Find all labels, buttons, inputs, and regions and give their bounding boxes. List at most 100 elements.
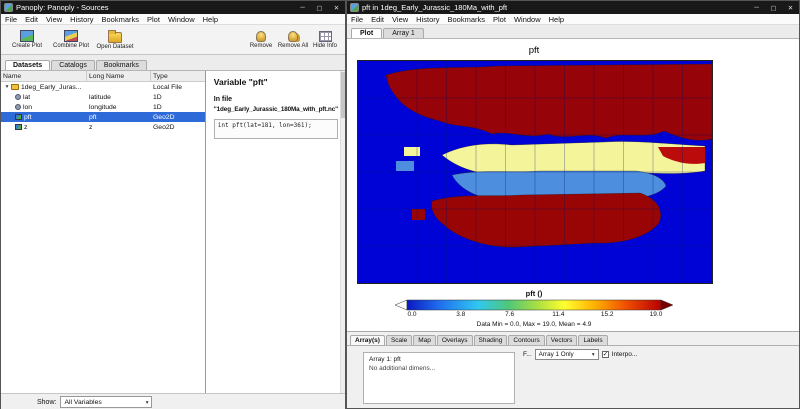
colorbar-ticks: 0.0 3.8 7.6 11.4 15.2 19.0 (400, 311, 668, 318)
menu-bookmarks[interactable]: Bookmarks (444, 15, 490, 24)
remove-button[interactable]: Remove (245, 31, 277, 49)
hide-info-button[interactable]: Hide Info (309, 31, 341, 49)
table-row-lat[interactable]: lat latitude 1D (1, 92, 205, 102)
colorbar (394, 299, 674, 311)
close-icon[interactable]: ✕ (328, 1, 345, 14)
plot-mode-label: F... (523, 351, 532, 358)
interpolate-checkbox[interactable] (602, 351, 609, 358)
menu-edit[interactable]: Edit (21, 15, 42, 24)
menu-bookmarks[interactable]: Bookmarks (98, 15, 144, 24)
array-mode-select[interactable]: Array 1 Only (535, 349, 599, 360)
tab-catalogs[interactable]: Catalogs (51, 60, 95, 70)
tree-expander-icon[interactable] (3, 84, 11, 90)
right-titlebar[interactable]: pft in 1deg_Early_Jurassic_180Ma_with_pf… (347, 1, 799, 14)
left-menubar: File Edit View History Bookmarks Plot Wi… (1, 14, 345, 25)
table-row-pft[interactable]: pft pft Geo2D (1, 112, 205, 122)
row-type: 1D (151, 104, 205, 111)
tab-arrays[interactable]: Array(s) (350, 335, 385, 345)
tab-labels[interactable]: Labels (578, 335, 607, 345)
show-label: Show: (37, 399, 56, 406)
table-row-dataset[interactable]: 1deg_Early_Juras... Local File (1, 82, 205, 92)
menu-edit[interactable]: Edit (367, 15, 388, 24)
create-plot-icon (20, 30, 34, 42)
combine-plot-label: Combine Plot (53, 43, 89, 49)
tab-bookmarks[interactable]: Bookmarks (96, 60, 147, 70)
column-header-name[interactable]: Name (1, 71, 87, 81)
row-type: Geo2D (151, 124, 205, 131)
left-window-controls: ─ ▢ ✕ (294, 1, 345, 14)
variable-declaration[interactable]: int pft(lat=181, lon=361); (214, 119, 338, 139)
chevron-down-icon (146, 399, 149, 406)
menu-file[interactable]: File (347, 15, 367, 24)
column-header-long-name[interactable]: Long Name (87, 71, 151, 81)
column-header-type[interactable]: Type (151, 73, 205, 80)
tick-label: 11.4 (546, 311, 570, 318)
colorbar-block: pft () (357, 289, 711, 328)
tab-vectors[interactable]: Vectors (546, 335, 578, 345)
menu-view[interactable]: View (388, 15, 412, 24)
colorbar-left-arrow-icon (395, 300, 407, 310)
array-info: Array 1: pft (369, 356, 509, 363)
data-stats: Data Min = 0.0, Max = 19.0, Mean = 4.9 (357, 321, 711, 328)
row-long-name: latitude (87, 94, 151, 101)
show-variables-select[interactable]: All Variables (60, 396, 152, 408)
left-titlebar[interactable]: Panoply: Panoply - Sources ─ ▢ ✕ (1, 1, 345, 14)
menu-view[interactable]: View (42, 15, 66, 24)
minimize-icon[interactable]: ─ (294, 1, 311, 14)
table-row-lon[interactable]: lon longitude 1D (1, 102, 205, 112)
remove-all-label: Remove All (278, 43, 308, 49)
array-list[interactable]: Array 1: pft No additional dimens... (363, 352, 515, 404)
scrollbar[interactable] (340, 71, 345, 393)
menu-help[interactable]: Help (545, 15, 568, 24)
menu-plot[interactable]: Plot (143, 15, 164, 24)
tick-label: 0.0 (400, 311, 424, 318)
remove-all-button[interactable]: Remove All (277, 31, 309, 49)
dataset-filename: "1deg_Early_Jurassic_180Ma_with_pft.nc" (214, 106, 338, 113)
menu-file[interactable]: File (1, 15, 21, 24)
row-type: Local File (151, 84, 205, 91)
maximize-icon[interactable]: ▢ (311, 1, 328, 14)
table-row-z[interactable]: z z Geo2D (1, 122, 205, 132)
tab-contours[interactable]: Contours (508, 335, 544, 345)
minimize-icon[interactable]: ─ (748, 1, 765, 14)
maximize-icon[interactable]: ▢ (765, 1, 782, 14)
row-name: lat (23, 94, 30, 101)
variable-geo2d-icon (15, 114, 22, 120)
close-icon[interactable]: ✕ (782, 1, 799, 14)
panoply-app-icon (4, 3, 13, 12)
create-plot-button[interactable]: Create Plot (5, 30, 49, 49)
row-name: pft (24, 114, 32, 121)
menu-history[interactable]: History (66, 15, 97, 24)
tab-map[interactable]: Map (413, 335, 436, 345)
menu-window[interactable]: Window (164, 15, 199, 24)
paleogeography-map (358, 61, 712, 283)
sources-toolbar: Create Plot Combine Plot Open Dataset Re… (1, 25, 345, 55)
tab-datasets[interactable]: Datasets (5, 60, 50, 70)
show-variables-value: All Variables (64, 399, 101, 406)
map-plot[interactable] (357, 60, 713, 284)
tab-plot[interactable]: Plot (351, 28, 382, 38)
variable-geo2d-icon (15, 124, 22, 130)
interpolate-label: Interpo... (612, 351, 638, 358)
menu-plot[interactable]: Plot (489, 15, 510, 24)
variable-info-panel: Variable "pft" In file "1deg_Early_Juras… (206, 71, 345, 393)
menu-help[interactable]: Help (199, 15, 222, 24)
plot-view-tabs: Plot Array 1 (347, 25, 799, 39)
row-long-name: pft (87, 114, 151, 121)
remove-label: Remove (250, 43, 272, 49)
open-dataset-button[interactable]: Open Dataset (93, 30, 137, 50)
menu-window[interactable]: Window (510, 15, 545, 24)
tab-overlays[interactable]: Overlays (437, 335, 473, 345)
plot-controls-tabs: Array(s) Scale Map Overlays Shading Cont… (347, 332, 799, 346)
menu-history[interactable]: History (412, 15, 443, 24)
tab-array-1[interactable]: Array 1 (383, 28, 424, 38)
hide-info-icon (319, 31, 332, 42)
array-plot-controls: F... Array 1 Only Interpo... (523, 349, 637, 360)
row-name: z (24, 124, 27, 131)
tab-scale[interactable]: Scale (386, 335, 412, 345)
scrollbar-thumb[interactable] (341, 72, 345, 118)
tab-shading[interactable]: Shading (474, 335, 508, 345)
folder-icon (11, 84, 19, 90)
combine-plot-button[interactable]: Combine Plot (49, 30, 93, 49)
sources-window: Panoply: Panoply - Sources ─ ▢ ✕ File Ed… (0, 0, 346, 409)
